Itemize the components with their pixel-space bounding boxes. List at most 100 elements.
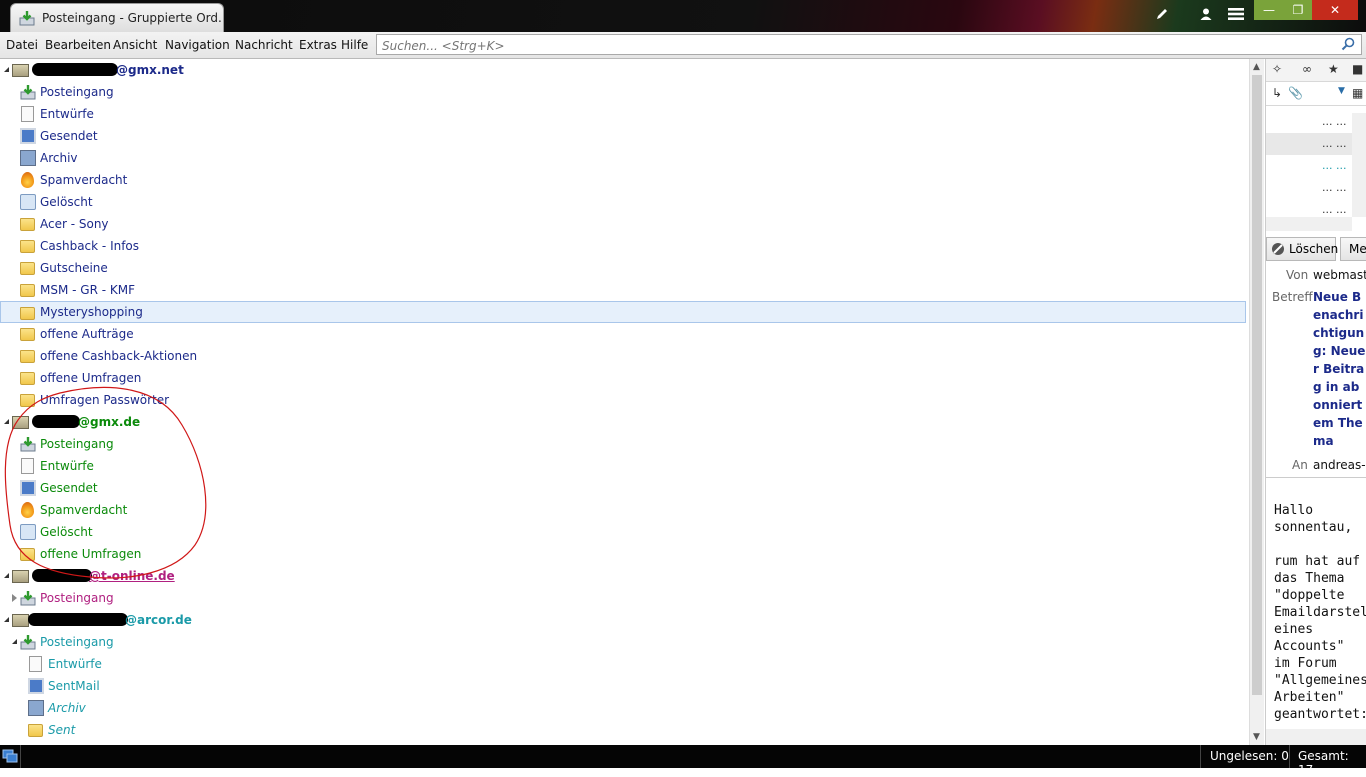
message-hscrollbar[interactable] [1266, 729, 1366, 745]
folder-label: offene Aufträge [40, 327, 134, 341]
folder-item[interactable]: Gesendet [0, 125, 1246, 147]
account-name: @arcor.de [125, 613, 192, 627]
draft-icon [29, 656, 42, 672]
minimize-icon[interactable]: — [1254, 0, 1284, 20]
folder-label: Archiv [40, 151, 78, 165]
close-icon[interactable]: ✕ [1312, 0, 1358, 20]
thread-row[interactable]: ... ... [1266, 133, 1352, 155]
menu-extras[interactable]: Extras [299, 38, 337, 52]
maximize-icon[interactable]: ❐ [1284, 0, 1312, 20]
folder-label: Gelöscht [40, 195, 93, 209]
scroll-up-icon[interactable]: ▲ [1253, 62, 1260, 72]
account-arcor[interactable]: @arcor.de [0, 609, 1246, 631]
folder-pane-scrollbar[interactable]: ▲ ▼ [1249, 59, 1264, 745]
spam-flame-icon [21, 172, 34, 188]
folder-item[interactable]: Entwürfe [0, 103, 1246, 125]
folder-item[interactable]: Posteingang [0, 81, 1246, 103]
folder-icon [20, 328, 35, 341]
draft-icon [21, 106, 34, 122]
account-name: @gmx.net [116, 63, 184, 77]
account-icon [12, 64, 29, 77]
thread-row[interactable]: ... ... [1266, 155, 1352, 177]
sort-chevron-down-icon[interactable]: ▼ [1338, 86, 1345, 96]
more-label: Me [1349, 242, 1366, 256]
to-value[interactable]: andreas-l [1313, 458, 1366, 472]
scroll-down-icon[interactable]: ▼ [1253, 732, 1260, 742]
column-picker-icon[interactable]: ▦ [1352, 86, 1363, 100]
thread-row[interactable]: ... ... [1266, 111, 1352, 133]
folder-item[interactable]: Sent [0, 719, 1246, 741]
attachment-icon[interactable]: 📎 [1288, 86, 1303, 100]
collapse-twisty[interactable] [12, 639, 17, 644]
folder-label: Posteingang [40, 85, 114, 99]
thread-list-vscrollbar[interactable] [1352, 113, 1366, 217]
thread-row[interactable]: ... ... [1266, 177, 1352, 199]
tab-title: Posteingang - Gruppierte Ord... [42, 11, 223, 25]
menu-hilfe[interactable]: Hilfe [341, 38, 368, 52]
folder-icon [20, 284, 35, 297]
red-annotation-circle [4, 386, 207, 579]
folder-item[interactable]: Cashback - Infos [0, 235, 1246, 257]
account-gmx-net[interactable]: @gmx.net [0, 59, 1246, 81]
folder-item[interactable]: Gelöscht [0, 191, 1246, 213]
folder-item[interactable]: Acer - Sony [0, 213, 1246, 235]
redaction-mark [28, 613, 128, 626]
folder-label: Entwürfe [40, 107, 94, 121]
more-button[interactable]: Me [1340, 237, 1366, 261]
folder-label: Entwürfe [48, 657, 102, 671]
person-icon[interactable] [1196, 6, 1216, 26]
expand-twisty[interactable] [12, 594, 17, 602]
folder-item[interactable]: SentMail [0, 675, 1246, 697]
search-input[interactable] [377, 35, 1324, 56]
folder-item-selected[interactable]: Mysteryshopping [0, 301, 1246, 323]
folder-icon [20, 372, 35, 385]
folder-label: Gesendet [40, 129, 98, 143]
collapse-twisty[interactable] [4, 67, 9, 72]
menu-nachricht[interactable]: Nachricht [235, 38, 293, 52]
status-separator [20, 745, 21, 768]
folder-item[interactable]: MSM - GR - KMF [0, 279, 1246, 301]
menu-ansicht[interactable]: Ansicht [113, 38, 157, 52]
subject-label: Betreff [1272, 290, 1313, 304]
star-icon[interactable]: ★ [1328, 62, 1339, 76]
folder-item[interactable]: Archiv [0, 147, 1246, 169]
lock-icon[interactable]: ■ [1352, 62, 1363, 76]
online-status-icon[interactable] [2, 748, 18, 764]
column-header: ↳ 📎 ▼ ▦ [1266, 83, 1366, 106]
account-icon [12, 614, 29, 627]
delete-button[interactable]: Löschen [1266, 237, 1339, 261]
quick-filter-icon[interactable]: ✧ [1272, 62, 1282, 76]
folder-item[interactable]: Entwürfe [0, 653, 1246, 675]
folder-item[interactable]: offene Aufträge [0, 323, 1246, 345]
search-icon[interactable] [1341, 37, 1355, 51]
pencil-icon[interactable] [1152, 6, 1172, 26]
folder-icon [20, 218, 35, 231]
menu-bearbeiten[interactable]: Bearbeiten [45, 38, 111, 52]
thread-icon[interactable]: ∞ [1302, 62, 1312, 76]
archive-icon [28, 700, 44, 716]
folder-item[interactable]: Gutscheine [0, 257, 1246, 279]
menu-datei[interactable]: Datei [6, 38, 38, 52]
to-label: An [1292, 458, 1308, 472]
scrollbar-thumb[interactable] [1252, 75, 1262, 695]
collapse-twisty[interactable] [4, 617, 9, 622]
hamburger-icon[interactable] [1226, 6, 1246, 26]
folder-item[interactable]: Posteingang [0, 631, 1246, 653]
folder-item[interactable]: Spamverdacht [0, 169, 1246, 191]
tab-posteingang[interactable]: Posteingang - Gruppierte Ord... [10, 3, 224, 32]
thread-list-hscrollbar[interactable] [1266, 217, 1352, 231]
folder-icon [20, 240, 35, 253]
folder-item[interactable]: offene Cashback-Aktionen [0, 345, 1246, 367]
folder-icon [20, 262, 35, 275]
folder-label: Posteingang [40, 635, 114, 649]
folder-label: SentMail [48, 679, 100, 693]
delete-label: Löschen [1289, 242, 1339, 256]
header-divider [1266, 477, 1366, 478]
from-value[interactable]: webmaste [1313, 268, 1366, 282]
menu-navigation[interactable]: Navigation [165, 38, 230, 52]
folder-item[interactable]: Archiv [0, 697, 1246, 719]
folder-label: Archiv [48, 701, 86, 715]
sent-icon [20, 128, 36, 144]
thread-column-icon[interactable]: ↳ [1272, 86, 1282, 100]
folder-item[interactable]: Posteingang [0, 587, 1246, 609]
